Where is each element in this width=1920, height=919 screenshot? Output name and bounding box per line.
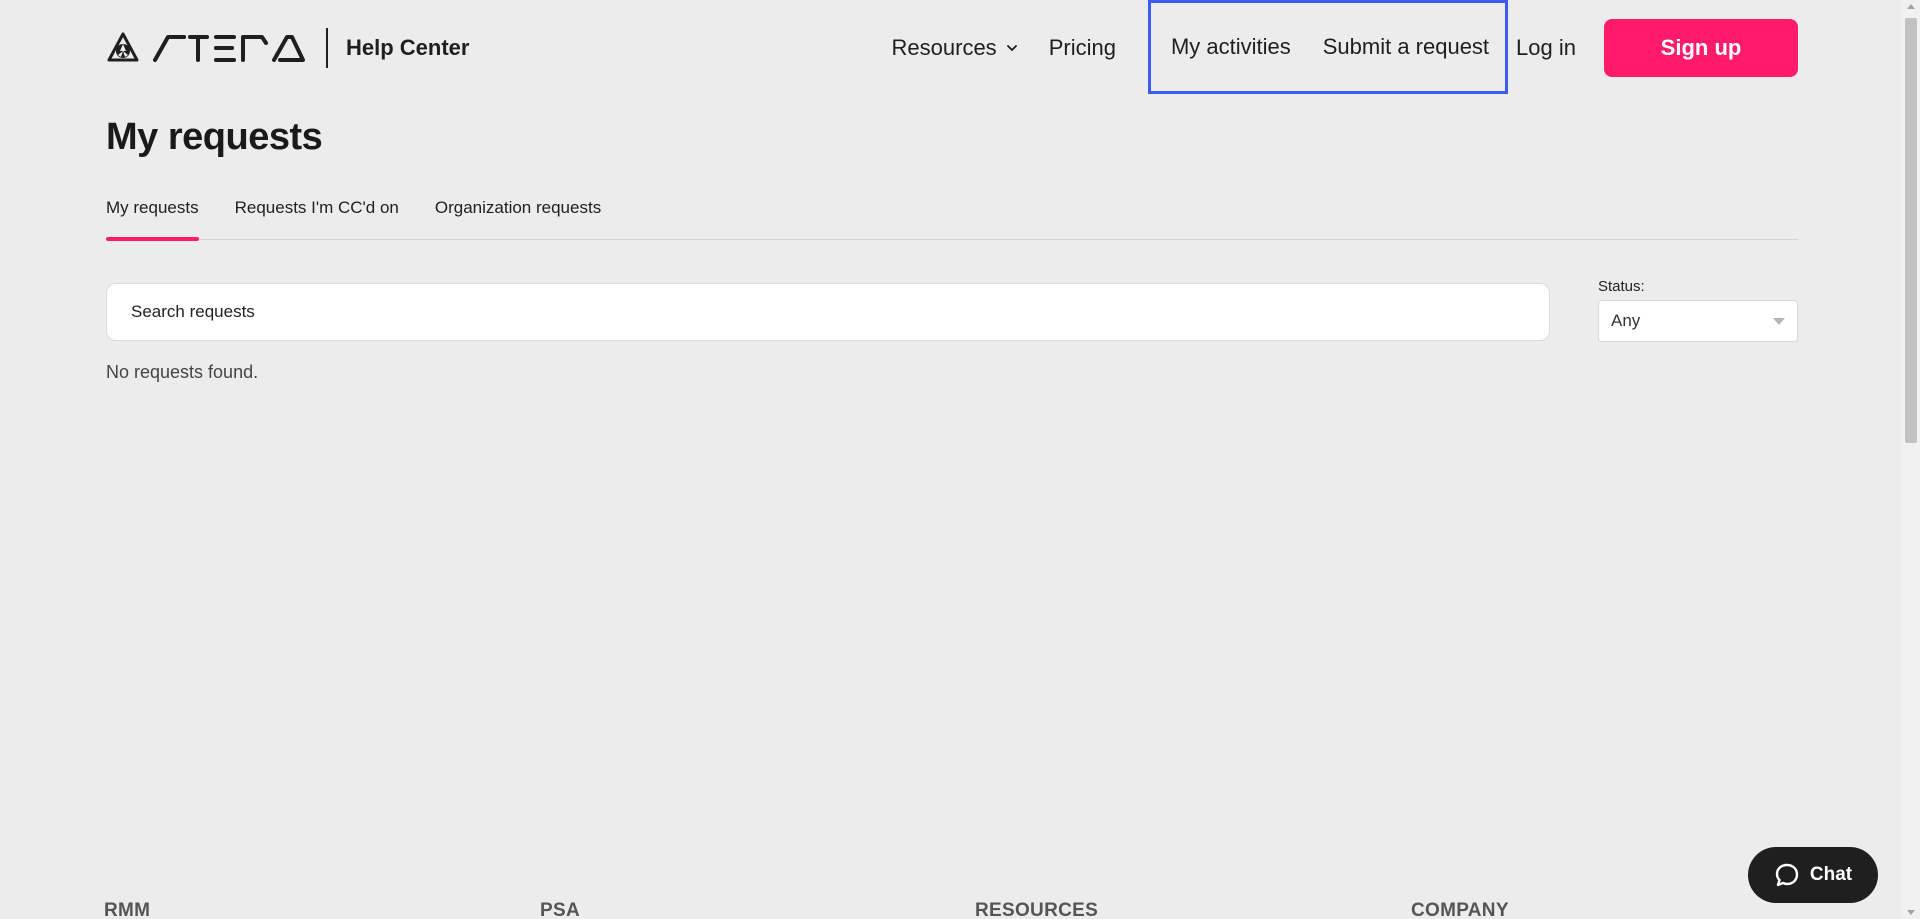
main-nav: Resources Pricing My activities Submit a… [892,0,1798,96]
search-requests-input[interactable] [106,283,1550,341]
scroll-down-arrow-icon[interactable] [1907,910,1915,915]
page-title: My requests [106,116,323,158]
nav-resources-label: Resources [891,35,997,60]
empty-state-message: No requests found. [106,362,259,382]
nav-pricing[interactable]: Pricing [1049,35,1116,61]
footer-heading-rmm: RMM [104,900,151,919]
atera-wordmark-logo [153,35,305,62]
footer-heading-psa: PSA [540,900,580,919]
nav-submit-request[interactable]: Submit a request [1323,34,1489,60]
brand[interactable]: Help Center [106,28,469,68]
page-scrollbar[interactable] [1902,0,1920,919]
footer-heading-company: COMPANY [1411,900,1509,919]
brand-divider [326,28,328,68]
chevron-down-icon [1006,45,1017,52]
request-tabs: My requests Requests I'm CC'd on Organiz… [106,190,1798,241]
tab-cc-requests[interactable]: Requests I'm CC'd on [235,190,399,240]
signup-button[interactable]: Sign up [1604,19,1798,77]
status-filter-select[interactable]: Any [1598,300,1798,342]
page: Help Center Resources Pricing My activit… [0,0,1920,919]
highlighted-nav-group: My activities Submit a request [1147,0,1509,94]
nav-my-activities[interactable]: My activities [1171,34,1291,60]
tab-my-requests[interactable]: My requests [106,190,199,241]
atera-logo-mark-icon [107,32,139,62]
dropdown-caret-icon [1773,317,1785,325]
chat-bubble-icon [1775,863,1799,887]
nav-resources[interactable]: Resources [892,35,1019,61]
nav-login[interactable]: Log in [1516,35,1576,61]
scrollbar-thumb[interactable] [1905,18,1917,443]
help-center-label[interactable]: Help Center [346,35,469,61]
tab-organization-requests[interactable]: Organization requests [435,190,601,240]
scroll-up-arrow-icon[interactable] [1907,4,1915,9]
chat-button[interactable]: Chat [1748,847,1878,903]
chat-label: Chat [1809,864,1853,885]
site-header: Help Center Resources Pricing My activit… [106,0,1798,96]
footer-heading-resources: RESOURCES [975,900,1099,919]
status-filter-label: Status: [1598,278,1645,295]
status-filter-value: Any [1611,311,1641,330]
